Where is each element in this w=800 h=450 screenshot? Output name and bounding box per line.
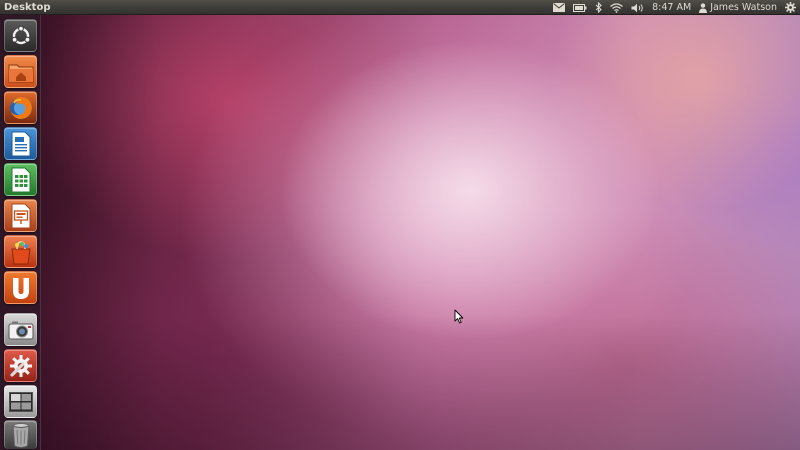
- window-title: Desktop: [4, 2, 51, 13]
- wifi-icon[interactable]: [610, 0, 624, 15]
- launcher-item-libreoffice-calc[interactable]: [4, 163, 37, 196]
- launcher-item-ubuntu-one[interactable]: [4, 271, 37, 304]
- launcher-item-libreoffice-impress[interactable]: [4, 199, 37, 232]
- gear-icon[interactable]: [785, 0, 796, 15]
- ubuntu-one-icon: [12, 277, 29, 299]
- writer-document-icon: [11, 131, 30, 156]
- launcher: [0, 15, 41, 450]
- indicator-area: 8:47 AM James Watson: [553, 0, 796, 15]
- workspaces-icon: [8, 391, 33, 412]
- home-folder-icon: [8, 64, 33, 82]
- launcher-item-system-settings[interactable]: [4, 349, 37, 382]
- bluetooth-icon[interactable]: [595, 0, 602, 15]
- launcher-item-dash-home[interactable]: [4, 19, 37, 52]
- top-panel: Desktop 8:47 AM James Watson: [0, 0, 800, 15]
- launcher-item-libreoffice-writer[interactable]: [4, 127, 37, 160]
- trash-icon: [11, 423, 30, 448]
- launcher-item-software-center[interactable]: [4, 235, 37, 268]
- settings-wrench-icon: [9, 354, 32, 377]
- user-name: James Watson: [710, 2, 777, 13]
- impress-presentation-icon: [11, 203, 30, 228]
- envelope-icon[interactable]: [553, 0, 566, 15]
- calc-spreadsheet-icon: [11, 167, 30, 192]
- speaker-icon[interactable]: [631, 0, 644, 15]
- launcher-item-shotwell[interactable]: [4, 313, 37, 346]
- camera-icon: [8, 321, 33, 339]
- shopping-bag-icon: [10, 240, 31, 264]
- user-menu[interactable]: James Watson: [699, 0, 777, 15]
- wallpaper-shading: [0, 0, 800, 450]
- user-icon: [699, 2, 708, 13]
- launcher-item-home-folder[interactable]: [4, 55, 37, 88]
- ubuntu-logo-icon: [11, 25, 30, 44]
- mouse-pointer-icon: [454, 309, 464, 324]
- battery-icon[interactable]: [573, 0, 587, 15]
- launcher-item-trash[interactable]: [4, 420, 37, 449]
- launcher-item-workspace-switcher[interactable]: [4, 385, 37, 418]
- launcher-item-firefox[interactable]: [4, 91, 37, 124]
- clock[interactable]: 8:47 AM: [652, 0, 691, 15]
- firefox-icon: [9, 96, 32, 119]
